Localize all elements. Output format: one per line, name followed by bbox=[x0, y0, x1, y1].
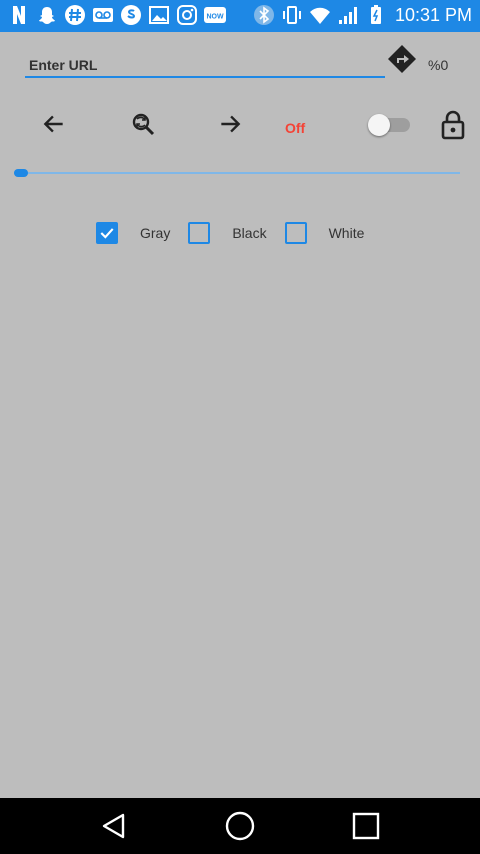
instagram-icon bbox=[176, 4, 198, 26]
circle-home-icon bbox=[225, 811, 255, 841]
check-icon bbox=[100, 228, 114, 239]
checkbox-label: White bbox=[328, 225, 365, 241]
snapchat-icon bbox=[36, 4, 58, 26]
system-navigation-bar bbox=[0, 798, 480, 854]
checkbox-label: Gray bbox=[140, 225, 171, 241]
refresh-button[interactable] bbox=[125, 106, 161, 142]
lock-button[interactable] bbox=[440, 110, 466, 140]
vibrate-icon bbox=[281, 4, 303, 26]
go-button[interactable] bbox=[387, 44, 417, 74]
nav-back-button[interactable] bbox=[96, 808, 132, 844]
hashtag-icon bbox=[64, 4, 86, 26]
netflix-icon bbox=[8, 4, 30, 26]
load-percent: %0 bbox=[428, 57, 449, 73]
image-icon bbox=[148, 4, 170, 26]
checkbox-white[interactable]: White bbox=[284, 222, 365, 244]
refresh-search-icon bbox=[132, 113, 155, 136]
triangle-back-icon bbox=[102, 813, 125, 839]
color-filter-options: Gray Black White bbox=[96, 220, 382, 246]
page-progress-bar bbox=[14, 166, 460, 180]
battery-icon bbox=[365, 4, 387, 26]
directions-icon bbox=[388, 45, 416, 73]
notification-icons: NOW bbox=[8, 4, 226, 26]
url-input[interactable] bbox=[25, 54, 385, 78]
voicemail-icon bbox=[92, 4, 114, 26]
signal-icon bbox=[337, 4, 359, 26]
lock-icon bbox=[441, 110, 465, 140]
url-bar: %0 bbox=[0, 40, 480, 88]
arrow-left-icon bbox=[43, 115, 63, 133]
back-button[interactable] bbox=[36, 106, 72, 142]
toggle-state-label: Off bbox=[285, 120, 306, 136]
bluetooth-icon bbox=[253, 4, 275, 26]
forward-button[interactable] bbox=[212, 106, 248, 142]
checkbox-gray[interactable]: Gray bbox=[96, 222, 170, 244]
nav-toolbar: Off bbox=[0, 100, 480, 150]
progress-fill bbox=[14, 169, 28, 177]
wifi-icon bbox=[309, 4, 331, 26]
now-badge-text: NOW bbox=[206, 14, 224, 21]
checkbox-black[interactable]: Black bbox=[188, 222, 267, 244]
checkbox-box[interactable] bbox=[284, 222, 307, 244]
skype-icon bbox=[120, 4, 142, 26]
nav-home-button[interactable] bbox=[222, 808, 258, 844]
now-icon: NOW bbox=[204, 4, 226, 26]
clock: 10:31 PM bbox=[394, 4, 472, 25]
nav-recents-button[interactable] bbox=[348, 808, 384, 844]
toggle-switch[interactable] bbox=[368, 114, 414, 136]
status-bar: NOW 10:31 PM bbox=[0, 0, 480, 32]
system-icons: 10:31 PM bbox=[253, 4, 472, 26]
progress-track bbox=[14, 172, 460, 174]
checkbox-box[interactable] bbox=[96, 222, 118, 244]
checkbox-label: Black bbox=[232, 225, 267, 241]
square-recents-icon bbox=[352, 812, 380, 840]
arrow-right-icon bbox=[221, 115, 241, 133]
switch-thumb bbox=[368, 114, 390, 136]
checkbox-box[interactable] bbox=[188, 222, 211, 244]
